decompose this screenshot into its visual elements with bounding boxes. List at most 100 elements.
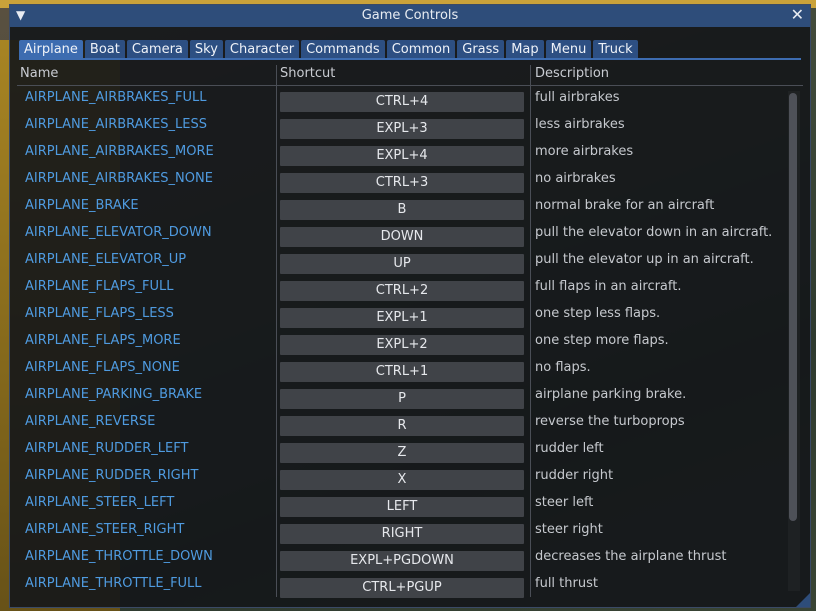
- table-row: AIRPLANE_FLAPS_LESS EXPL+1 one step less f…: [10, 304, 810, 331]
- resize-grip[interactable]: [796, 593, 810, 607]
- tab-camera[interactable]: Camera: [126, 40, 188, 60]
- control-name: AIRPLANE_FLAPS_MORE: [25, 333, 181, 348]
- shortcut-button[interactable]: R: [280, 416, 524, 436]
- shortcut-button[interactable]: EXPL+4: [280, 146, 524, 166]
- control-description: one step more flaps.: [535, 333, 669, 348]
- table-row: AIRPLANE_RUDDER_RIGHT Xrudder right: [10, 466, 810, 493]
- table-row: AIRPLANE_AIRBRAKES_LESS EXPL+3 less airbra…: [10, 115, 810, 142]
- shortcut-button[interactable]: X: [280, 470, 524, 490]
- shortcut-button[interactable]: EXPL+1: [280, 308, 524, 328]
- control-name: AIRPLANE_AIRBRAKES_NONE: [25, 171, 213, 186]
- table-row: AIRPLANE_AIRBRAKES_NONE CTRL+3 no airbrake…: [10, 169, 810, 196]
- control-name: AIRPLANE_PARKING_BRAKE: [25, 387, 203, 402]
- shortcut-button[interactable]: CTRL+2: [280, 281, 524, 301]
- control-description: full thrust: [535, 576, 598, 591]
- control-name: AIRPLANE_THROTTLE_FULL: [25, 576, 202, 591]
- tab-menu[interactable]: Menu: [545, 40, 592, 60]
- control-name: AIRPLANE_ELEVATOR_UP: [25, 252, 187, 267]
- control-name: AIRPLANE_RUDDER_LEFT: [25, 441, 189, 456]
- table-row: AIRPLANE_THROTTLE_FULL CTRL+PGUP full thru…: [10, 574, 810, 598]
- control-name: AIRPLANE_STEER_LEFT: [25, 495, 175, 510]
- control-name: AIRPLANE_FLAPS_NONE: [25, 360, 180, 375]
- control-name: AIRPLANE_BRAKE: [25, 198, 139, 213]
- control-description: steer left: [535, 495, 594, 510]
- column-header-name: Name: [20, 66, 59, 81]
- control-description: normal brake for an aircraft: [535, 198, 715, 213]
- table-row: AIRPLANE_ELEVATOR_DOWN DOWN pull the eleva…: [10, 223, 810, 250]
- control-name: AIRPLANE_THROTTLE_DOWN: [25, 549, 213, 564]
- shortcut-button[interactable]: CTRL+1: [280, 362, 524, 382]
- control-name: AIRPLANE_REVERSE: [25, 414, 156, 429]
- shortcut-button[interactable]: CTRL+PGUP: [280, 578, 524, 598]
- control-name: AIRPLANE_AIRBRAKES_MORE: [25, 144, 214, 159]
- shortcut-button[interactable]: CTRL+4: [280, 92, 524, 112]
- table-row: AIRPLANE_PARKING_BRAKE Pairplane parking …: [10, 385, 810, 412]
- control-description: pull the elevator up in an aircraft.: [535, 252, 754, 267]
- control-description: full airbrakes: [535, 90, 620, 105]
- close-icon[interactable]: ✕: [791, 5, 804, 24]
- control-description: one step less flaps.: [535, 306, 661, 321]
- control-description: reverse the turboprops: [535, 414, 685, 429]
- shortcut-button[interactable]: UP: [280, 254, 524, 274]
- table-row: AIRPLANE_RUDDER_LEFT Zrudder left: [10, 439, 810, 466]
- shortcut-button[interactable]: LEFT: [280, 497, 524, 517]
- control-name: AIRPLANE_AIRBRAKES_FULL: [25, 90, 207, 105]
- tab-grass[interactable]: Grass: [457, 40, 505, 60]
- control-description: pull the elevator down in an aircraft.: [535, 225, 773, 240]
- table-header: Name Shortcut Description: [10, 64, 810, 86]
- control-name: AIRPLANE_ELEVATOR_DOWN: [25, 225, 212, 240]
- control-name: AIRPLANE_STEER_RIGHT: [25, 522, 185, 537]
- shortcut-button[interactable]: B: [280, 200, 524, 220]
- control-description: no airbrakes: [535, 171, 616, 186]
- table-row: AIRPLANE_FLAPS_FULL CTRL+2 full flaps in a…: [10, 277, 810, 304]
- control-name: AIRPLANE_FLAPS_LESS: [25, 306, 174, 321]
- table-row: AIRPLANE_STEER_RIGHT RIGHT steer right: [10, 520, 810, 547]
- table-row: AIRPLANE_FLAPS_NONE CTRL+1 no flaps.: [10, 358, 810, 385]
- scrollbar-thumb[interactable]: [789, 93, 797, 521]
- table-row: AIRPLANE_THROTTLE_DOWN EXPL+PGDOWN decreas…: [10, 547, 810, 574]
- tab-truck[interactable]: Truck: [593, 40, 638, 60]
- control-description: less airbrakes: [535, 117, 625, 132]
- table-row: AIRPLANE_AIRBRAKES_FULL CTRL+4 full airbra…: [10, 88, 810, 115]
- control-description: rudder right: [535, 468, 614, 483]
- window-title: Game Controls: [361, 8, 459, 23]
- control-name: AIRPLANE_RUDDER_RIGHT: [25, 468, 199, 483]
- table-row: AIRPLANE_BRAKE Bnormal brake for an aircr…: [10, 196, 810, 223]
- shortcut-button[interactable]: DOWN: [280, 227, 524, 247]
- control-name: AIRPLANE_FLAPS_FULL: [25, 279, 174, 294]
- table-row: AIRPLANE_ELEVATOR_UP UP pull the elevator …: [10, 250, 810, 277]
- shortcut-button[interactable]: RIGHT: [280, 524, 524, 544]
- tab-common[interactable]: Common: [386, 40, 456, 60]
- tab-boat[interactable]: Boat: [84, 40, 125, 60]
- control-description: decreases the airplane thrust: [535, 549, 727, 564]
- table-row: AIRPLANE_REVERSE Rreverse the turboprops: [10, 412, 810, 439]
- control-name: AIRPLANE_AIRBRAKES_LESS: [25, 117, 207, 132]
- table-row: AIRPLANE_AIRBRAKES_MORE EXPL+4 more airbra…: [10, 142, 810, 169]
- title-bar[interactable]: ▼ Game Controls ✕: [10, 5, 810, 27]
- control-description: full flaps in an aircraft.: [535, 279, 682, 294]
- tab-commands[interactable]: Commands: [301, 40, 385, 60]
- controls-table: AIRPLANE_AIRBRAKES_FULL CTRL+4 full airbra…: [10, 88, 810, 598]
- shortcut-button[interactable]: EXPL+2: [280, 335, 524, 355]
- column-header-shortcut: Shortcut: [280, 66, 336, 81]
- shortcut-button[interactable]: CTRL+3: [280, 173, 524, 193]
- shortcut-button[interactable]: EXPL+PGDOWN: [280, 551, 524, 571]
- column-header-description: Description: [535, 66, 610, 81]
- table-row: AIRPLANE_STEER_LEFT LEFT steer left: [10, 493, 810, 520]
- control-description: no flaps.: [535, 360, 591, 375]
- table-row: AIRPLANE_FLAPS_MORE EXPL+2 one step more f…: [10, 331, 810, 358]
- tab-character[interactable]: Character: [224, 40, 300, 60]
- control-description: airplane parking brake.: [535, 387, 687, 402]
- tab-bar: Airplane Boat Camera Sky Character Commands Co…: [19, 38, 640, 60]
- tab-sky[interactable]: Sky: [189, 40, 223, 60]
- header-divider: [17, 85, 803, 86]
- tab-map[interactable]: Map: [506, 40, 544, 60]
- game-controls-window: ▼ Game Controls ✕ Airplane Boat Camera Sky C…: [9, 4, 811, 608]
- shortcut-button[interactable]: Z: [280, 443, 524, 463]
- shortcut-button[interactable]: P: [280, 389, 524, 409]
- control-description: more airbrakes: [535, 144, 634, 159]
- shortcut-button[interactable]: EXPL+3: [280, 119, 524, 139]
- control-description: steer right: [535, 522, 603, 537]
- tab-airplane[interactable]: Airplane: [19, 40, 83, 60]
- control-description: rudder left: [535, 441, 604, 456]
